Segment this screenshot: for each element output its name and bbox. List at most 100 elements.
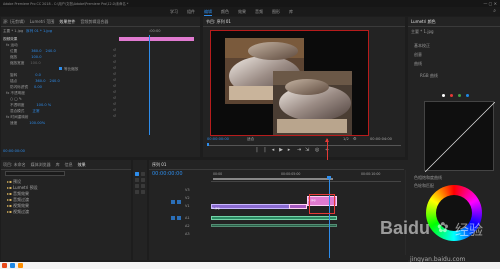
tab-libraries[interactable]: 库 (56, 162, 60, 168)
program-title[interactable]: 节目: 序列 01 (206, 19, 231, 25)
selection-tool-icon[interactable] (135, 172, 139, 176)
monitor-scrub-bar[interactable] (207, 145, 401, 146)
section-opacity[interactable]: fx 不透明度 (6, 91, 25, 96)
workspace-tab[interactable]: 图形 (272, 9, 280, 16)
tab-audio-mixer[interactable]: 音频剪辑混合器 (80, 19, 108, 25)
tab-effect-controls[interactable]: 效果控件 (59, 19, 75, 25)
tree-item[interactable]: ▸▪ 视频过渡 (7, 209, 38, 215)
hand-tool-icon[interactable] (135, 190, 139, 194)
white-channel-icon[interactable] (442, 94, 445, 97)
workspace-tab[interactable]: 颜色 (221, 9, 229, 16)
quality-dropdown[interactable]: 1/2 (343, 137, 349, 141)
track-lock-a[interactable] (177, 216, 181, 220)
timeline-title[interactable]: 序列 01 (152, 162, 166, 168)
overwrite-icon[interactable]: ⇲ (305, 148, 309, 153)
tab-source[interactable]: 源: (无剪辑) (3, 19, 25, 25)
track-select-icon[interactable] (141, 172, 145, 176)
play-icon[interactable]: ▶ (279, 148, 283, 153)
lumetri-curves[interactable]: 曲线 (414, 61, 422, 67)
tab-media-browser[interactable]: 媒体浏览器 (31, 162, 51, 168)
tab-lumetri-scopes[interactable]: Lumetri 范围 (30, 19, 55, 25)
workspace-tab[interactable]: 学习 (170, 9, 178, 16)
baidu-watermark: Baidu ✿ 经验 jingyan.baidu.com (380, 218, 500, 268)
track-label-a2: A2 (185, 224, 190, 228)
workspace-tab[interactable]: 库 (289, 9, 293, 16)
search-icon[interactable]: ⌕ (493, 8, 496, 14)
monitor-playhead-marker[interactable] (207, 143, 209, 146)
wrench-icon[interactable]: ⚙ (353, 136, 357, 141)
section-time-remap[interactable]: fx 时间重映射 (6, 115, 29, 120)
workspace-tab-active[interactable]: 编辑 (204, 9, 212, 16)
prop-uniform-scale[interactable]: 等比缩放 (59, 67, 78, 72)
effect-controls-panel: 源: (无剪辑) Lumetri 范围 效果控件 音频剪辑混合器 主要 * 1.… (1, 17, 200, 157)
audio-clip-a1[interactable] (211, 216, 337, 220)
timeline-playhead[interactable] (329, 178, 330, 258)
checkbox-icon[interactable] (59, 67, 62, 70)
taskbar-app-icon[interactable] (18, 263, 23, 268)
workspace-tab[interactable]: 组件 (187, 9, 195, 16)
step-back-icon[interactable]: ◂ (271, 148, 275, 153)
tab-project[interactable]: 项目: 未命名 (3, 162, 26, 168)
taskbar-app-icon[interactable] (10, 263, 15, 268)
effects-tree: ▸▪ 预设 ▸▪ Lumetri 预设 ▸▪ 音频效果 ▸▪ 音频过渡 ▸▪ 视… (7, 179, 38, 215)
prop-position: 位置 360.0 240.0 (10, 49, 56, 53)
audio-clip-a2[interactable] (211, 224, 337, 227)
slip-tool-icon[interactable] (135, 184, 139, 188)
lumetri-wheels[interactable]: 色轮和匹配 (414, 183, 434, 189)
section-motion[interactable]: fx 运动 (6, 43, 18, 48)
video-frame[interactable] (210, 30, 369, 136)
effect-time[interactable]: 00:00:00:00 (3, 149, 25, 153)
source-patch-a1[interactable] (171, 216, 175, 220)
mark-out-icon[interactable]: | (263, 148, 267, 153)
insert-icon[interactable]: ⇥ (297, 148, 301, 153)
title-bar: Adobe Premiere Pro CC 2018 - C:\用户\文档\Ad… (0, 0, 500, 7)
track-lock-v[interactable] (177, 200, 181, 204)
timeline-timecode[interactable]: 00:00:00:00 (152, 171, 183, 177)
video-clip-v1-b[interactable] (289, 204, 307, 209)
razor-tool-icon[interactable] (141, 178, 145, 182)
mark-in-icon[interactable]: | (255, 148, 259, 153)
prop-speed: 速度 100.00% (10, 121, 46, 125)
pen-tool-icon[interactable] (141, 184, 145, 188)
source-patch-v1[interactable] (171, 200, 175, 204)
opacity-mask-icons[interactable]: ○ ▢ ✎ (10, 97, 22, 101)
lumetri-hsl-curves[interactable]: 色相饱和度曲线 (414, 175, 442, 181)
prop-anti-flicker: 防闪烁滤镜 0.00 (10, 85, 42, 89)
rgb-curve-graph[interactable] (424, 101, 496, 173)
start-icon[interactable] (2, 263, 7, 268)
blue-channel-icon[interactable] (466, 94, 469, 97)
effects-search-input[interactable] (5, 171, 65, 176)
program-time-left[interactable]: 00:00:00:00 (207, 137, 229, 141)
prop-blend-mode[interactable]: 混合模式 正常 (10, 109, 40, 114)
keyframe-buttons[interactable]: ↺ ↺ ↺ ↺ ↺ ↺ ↺ ↺ ↺ ↺ ↺ ↺ (113, 47, 117, 127)
window-controls[interactable]: — ▢ ✕ (483, 1, 497, 6)
lumetri-creative[interactable]: 创意 (414, 52, 422, 58)
fit-dropdown[interactable]: 适合 (247, 137, 254, 142)
workspace-tab[interactable]: 效果 (238, 9, 246, 16)
track-label-v2: V2 (185, 196, 190, 200)
ripple-edit-icon[interactable] (135, 178, 139, 182)
project-tabs: 项目: 未命名 媒体浏览器 库 信息 效果 (3, 162, 86, 168)
ruler-label: 00:00:10:00 (361, 172, 381, 176)
work-area-bar[interactable] (213, 178, 333, 180)
lumetri-rgb-curves[interactable]: RGB 曲线 (420, 73, 438, 79)
timeline-ruler[interactable]: 00:00 00:00:05:00 00:00:10:00 (211, 172, 401, 182)
section-video-effects: 视频效果 (3, 37, 18, 41)
effect-header: 主要 * 1.jpg (3, 29, 24, 33)
track-label-v1: V1 (185, 204, 190, 208)
type-tool-icon[interactable] (141, 190, 145, 194)
timeline-playhead-head[interactable] (327, 176, 331, 179)
effect-clip-bar[interactable] (119, 37, 194, 41)
tab-effects[interactable]: 效果 (78, 162, 86, 168)
red-channel-icon[interactable] (450, 94, 453, 97)
effect-playhead[interactable] (149, 35, 150, 135)
lumetri-title[interactable]: Lumetri 颜色 (411, 19, 436, 25)
green-channel-icon[interactable] (458, 94, 461, 97)
prop-rotation: 旋转 0.0 (10, 73, 41, 77)
step-forward-icon[interactable]: ▸ (287, 148, 291, 153)
workspace-tab[interactable]: 音频 (255, 9, 263, 16)
lumetri-basic[interactable]: 基本校正 (414, 43, 430, 49)
tab-info[interactable]: 信息 (65, 162, 73, 168)
export-frame-icon[interactable]: ◎ (315, 148, 319, 153)
rgb-channel-dots[interactable] (442, 94, 469, 97)
